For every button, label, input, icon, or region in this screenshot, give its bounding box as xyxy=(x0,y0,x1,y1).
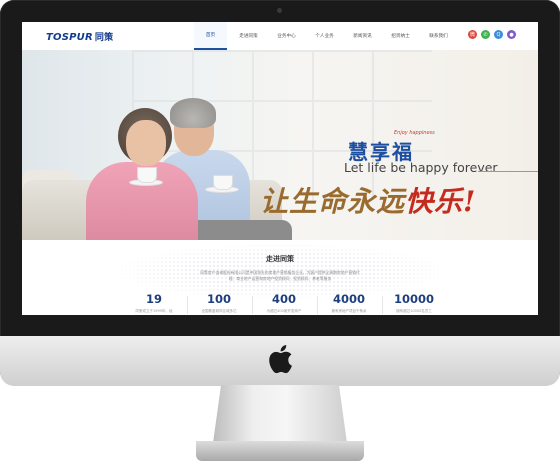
stat-caption: 同策成立于1999年，经 xyxy=(135,309,173,313)
stat-number: 400 xyxy=(271,292,296,306)
teacup xyxy=(214,176,232,189)
nav-item[interactable]: 走进同策 xyxy=(232,22,265,50)
slogan-divider xyxy=(478,171,538,172)
about-section: 走进同策 同策房产咨询股份有限公司是中国领先的房地产营销服务企业，为客户提供全周… xyxy=(22,240,538,315)
top-navigation: TOSPUR 同策 首页 走进同策 业务中心 个人业务 新闻资讯 招贤纳士 联系我们 微 ✆ Q ● xyxy=(22,22,538,51)
user-icon[interactable]: ● xyxy=(507,30,516,39)
slogan-part-2: 快乐! xyxy=(405,185,477,218)
nav-item[interactable]: 个人业务 xyxy=(308,22,341,50)
woman-face xyxy=(126,120,166,166)
stat-item: 19 同策成立于1999年，经 xyxy=(122,292,186,315)
slogan-part-1: 让生命永远 xyxy=(260,185,406,218)
nav-item[interactable]: 招贤纳士 xyxy=(384,22,417,50)
section-title: 走进同策 xyxy=(266,255,294,263)
stat-item: 400 为超过400家开发商产 xyxy=(252,292,316,315)
stat-caption: 拥有超过10000名员工 xyxy=(396,309,432,313)
slogan-chinese: 让生命永远快乐! xyxy=(260,180,476,220)
stats-row: 19 同策成立于1999年，经 100 全国覆盖城市区域多达 400 为超过400家开发商… xyxy=(122,292,482,315)
monitor-stand-base xyxy=(196,441,364,461)
nav-item[interactable]: 业务中心 xyxy=(270,22,303,50)
monitor-stand xyxy=(213,385,347,443)
stat-number: 10000 xyxy=(393,292,434,306)
stat-caption: 全国覆盖城市区域多达 xyxy=(201,309,237,313)
slogan-english: Let life be happy forever xyxy=(344,160,498,175)
site-logo[interactable]: TOSPUR 同策 xyxy=(46,30,113,43)
apple-icon xyxy=(269,345,292,374)
wechat-icon[interactable]: ✆ xyxy=(481,30,490,39)
camera-icon xyxy=(277,8,282,13)
stat-caption: 拥有房地产项目千条余 xyxy=(331,309,367,313)
logo-cn-text: 同策 xyxy=(94,33,114,43)
imac-monitor: TOSPUR 同策 首页 走进同策 业务中心 个人业务 新闻资讯 招贤纳士 联系我们 微 ✆ Q ●… xyxy=(0,0,560,386)
hero-banner[interactable]: Enjoy happiness 慧享福 Let life be happy fo… xyxy=(22,50,538,240)
teacup xyxy=(138,168,156,182)
website-screen: TOSPUR 同策 首页 走进同策 业务中心 个人业务 新闻资讯 招贤纳士 联系我们 微 ✆ Q ●… xyxy=(22,22,538,315)
nav-item[interactable]: 新闻资讯 xyxy=(346,22,379,50)
nav-item[interactable]: 首页 xyxy=(194,22,227,50)
stat-number: 100 xyxy=(206,292,231,306)
man-hair xyxy=(170,98,216,128)
nav-item[interactable]: 联系我们 xyxy=(422,22,455,50)
stat-number: 4000 xyxy=(332,292,365,306)
weibo-icon[interactable]: 微 xyxy=(468,30,477,39)
qq-icon[interactable]: Q xyxy=(494,30,503,39)
stat-item: 10000 拥有超过10000名员工 xyxy=(382,292,446,315)
section-description: 同策房产咨询股份有限公司是中国领先的房地产营销服务企业，为客户提供全周期房地产营… xyxy=(200,270,360,281)
stat-number: 19 xyxy=(145,292,162,306)
stat-item: 4000 拥有房地产项目千条余 xyxy=(317,292,381,315)
logo-text: TOSPUR xyxy=(46,32,93,43)
monitor-chin xyxy=(0,336,560,386)
main-menu: 首页 走进同策 业务中心 个人业务 新闻资讯 招贤纳士 联系我们 xyxy=(194,22,460,50)
stat-caption: 为超过400家开发商产 xyxy=(266,309,302,313)
stat-item: 100 全国覆盖城市区域多达 xyxy=(187,292,251,315)
social-links: 微 ✆ Q ● xyxy=(468,30,516,39)
